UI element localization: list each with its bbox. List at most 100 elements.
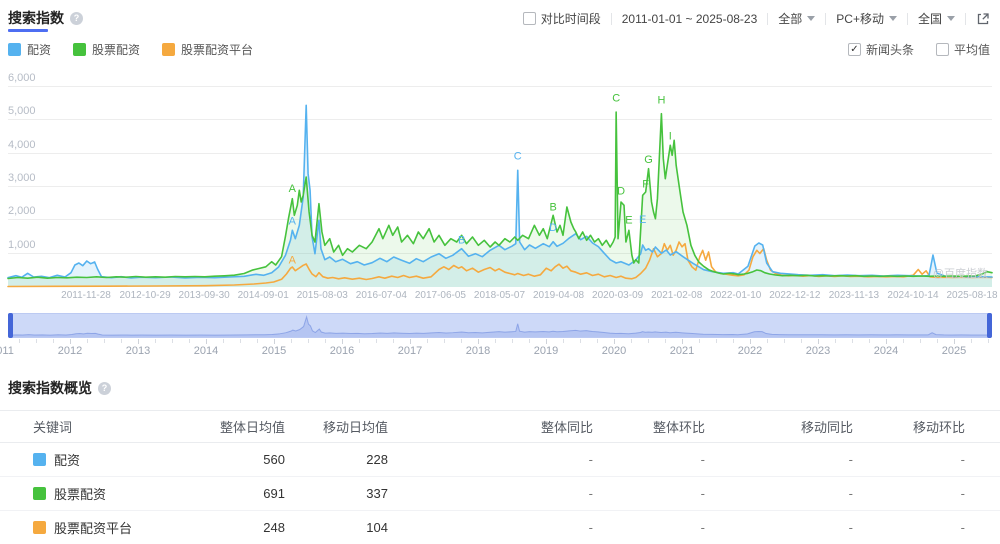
timeline-tick [614, 339, 615, 344]
timeline-tick [546, 339, 547, 344]
news-marker-green-C[interactable]: C [612, 93, 620, 105]
timeline-tick [189, 339, 190, 343]
active-tab-underline [8, 29, 48, 32]
legend-swatch-green [73, 43, 87, 56]
checkbox-icon[interactable] [522, 12, 536, 25]
help-icon[interactable]: ? [98, 381, 111, 395]
timeline-tick [903, 339, 904, 343]
news-marker-green-D[interactable]: D [617, 185, 625, 197]
table-row: 股票配资平台 248 104 - - - - [0, 511, 1000, 544]
cell-overall-daily: 560 [263, 452, 285, 467]
cell-mobile-mom: - [960, 486, 965, 501]
x-axis-label: 2024-10-14 [887, 290, 939, 301]
timeline-tick [648, 339, 649, 343]
search-index-overview: 搜索指数概览 ? 关键词 整体日均值 移动日均值 整体同比 整体环比 移动同比 … [0, 378, 1000, 544]
timeline-tick [478, 339, 479, 344]
timeline-year-label: 2012 [57, 345, 83, 357]
timeline-tick [818, 339, 819, 344]
watermark: @百度指数 [932, 268, 988, 280]
scrubber-handle-right[interactable] [987, 313, 992, 338]
news-marker-green-F[interactable]: F [642, 179, 649, 191]
keyword-cell[interactable]: 配资 [33, 450, 183, 469]
news-marker-blue-B[interactable]: B [458, 234, 465, 246]
keyword-cell[interactable]: 股票配资 [33, 484, 183, 503]
compare-period-checkbox[interactable]: 对比时间段 [522, 10, 601, 27]
trend-chart[interactable]: 1,000 2,000 3,000 4,000 5,000 6,000 AAABCBDCD… [8, 67, 992, 287]
timeline-tick [954, 339, 955, 344]
timeline-year-label: 2013 [125, 345, 151, 357]
keyword-label: 股票配资 [54, 487, 107, 502]
timeline-tick [87, 339, 88, 343]
news-marker-green-E[interactable]: E [625, 215, 632, 227]
news-marker-green-G[interactable]: G [644, 154, 653, 166]
divider [965, 12, 966, 25]
timeline-tick [410, 339, 411, 344]
timeline-tick [172, 339, 173, 343]
cell-overall-yoy: - [588, 520, 593, 535]
timeline-year-label: 2025 [941, 345, 967, 357]
cell-overall-yoy: - [588, 452, 593, 467]
cell-mobile-daily: 228 [366, 452, 388, 467]
region-dropdown[interactable]: 全国 [918, 10, 955, 27]
keyword-label: 配资 [54, 453, 81, 468]
timeline-year-label: 2021 [669, 345, 695, 357]
timeline-tick [699, 339, 700, 343]
x-axis-label: 2016-07-04 [355, 290, 407, 301]
news-marker-blue-A[interactable]: A [289, 215, 297, 227]
news-marker-green-I[interactable]: I [669, 131, 672, 143]
timeline-tick [767, 339, 768, 343]
timeline-tick [971, 339, 972, 343]
timeline-year-label: 2015 [261, 345, 287, 357]
cell-mobile-mom: - [960, 520, 965, 535]
divider [906, 12, 908, 25]
cell-overall-mom: - [700, 520, 705, 535]
timeline-tick [580, 339, 581, 343]
news-headlines-checkbox[interactable]: ✓ 新闻头条 [847, 41, 914, 58]
timeline-year-label: 2019 [533, 345, 559, 357]
news-marker-orange-A[interactable]: A [289, 255, 297, 267]
chevron-down-icon [807, 16, 816, 21]
col-mobile-mom: 移动环比 [912, 420, 965, 435]
legend-row: 配资 股票配资 股票配资平台 ✓ 新闻头条 平均值 [0, 32, 1000, 65]
external-link-icon[interactable] [976, 11, 990, 26]
news-marker-blue-D[interactable]: D [549, 222, 557, 234]
date-range-value: 2011-01-01 ~ 2025-08-23 [621, 11, 758, 26]
region-value: 全国 [917, 12, 942, 26]
divider [767, 12, 769, 25]
page-title: 搜索指数 [8, 10, 64, 26]
news-marker-green-A[interactable]: A [289, 183, 297, 195]
timeline-tick [988, 339, 989, 343]
col-keyword: 关键词 [33, 420, 73, 435]
device-dropdown[interactable]: PC+移动 [836, 10, 897, 27]
timeline-tick [104, 339, 105, 343]
legend-swatch-orange [162, 43, 176, 56]
news-marker-green-H[interactable]: H [657, 95, 665, 107]
date-range-picker[interactable]: 2011-01-01 ~ 2025-08-23 [622, 12, 758, 26]
col-overall-mom: 整体环比 [652, 420, 705, 435]
timeline-tick [886, 339, 887, 344]
scrubber-handle-left[interactable] [8, 313, 13, 338]
legend-item-peizi[interactable]: 配资 [8, 41, 51, 58]
timeline-tick [597, 339, 598, 343]
scrubber-timeline: 2011 2012 2013 2014 2015 2016 2017 2018 2019 2020… [0, 338, 992, 358]
title-wrap: 搜索指数 ? [8, 8, 83, 32]
checkbox-icon[interactable] [935, 43, 949, 56]
keyword-cell[interactable]: 股票配资平台 [33, 518, 183, 537]
time-range-scrubber[interactable] [8, 313, 992, 338]
scrubber-sparkline [9, 314, 991, 337]
timeline-tick [631, 339, 632, 343]
news-marker-green-B[interactable]: B [549, 201, 556, 213]
news-marker-blue-E[interactable]: E [639, 214, 646, 226]
row-swatch-orange [33, 521, 46, 534]
legend-item-gupiao-peizi-pingtai[interactable]: 股票配资平台 [162, 41, 253, 58]
timeline-tick [461, 339, 462, 343]
x-axis-labels: 2011-11-28 2012-10-29 2013-09-30 2014-09-01… [8, 290, 997, 304]
timeline-tick [427, 339, 428, 343]
checkbox-checked-icon[interactable]: ✓ [847, 43, 861, 56]
average-checkbox[interactable]: 平均值 [935, 41, 990, 58]
help-icon[interactable]: ? [70, 11, 83, 25]
legend-item-gupiao-peizi[interactable]: 股票配资 [73, 41, 140, 58]
news-marker-blue-C[interactable]: C [514, 151, 522, 163]
scope-dropdown[interactable]: 全部 [778, 10, 816, 27]
legend-swatch-blue [8, 43, 21, 56]
